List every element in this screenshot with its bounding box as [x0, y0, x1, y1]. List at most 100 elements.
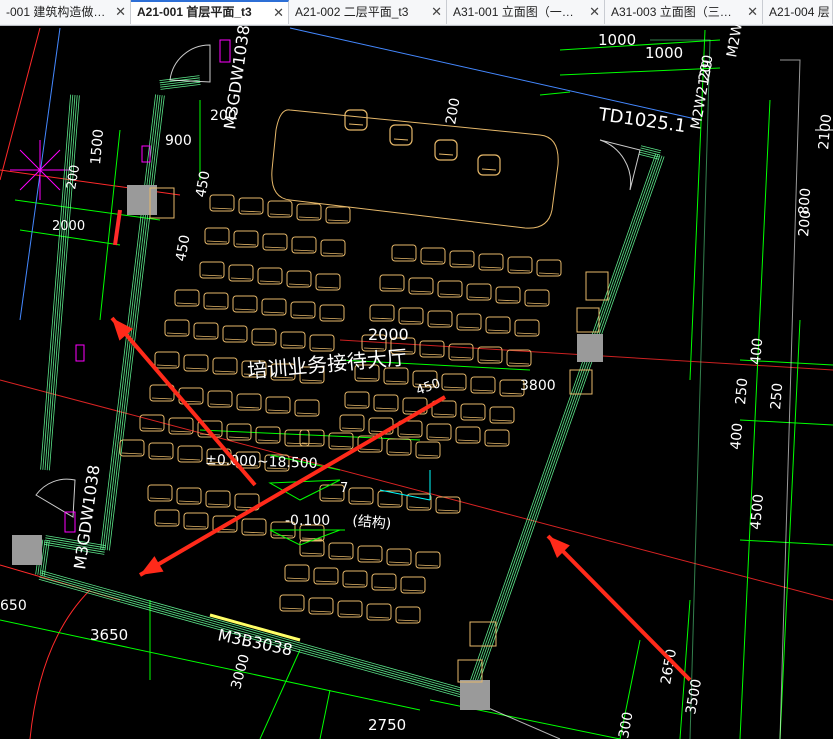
wall-line: [100, 94, 157, 550]
seat: [207, 503, 229, 506]
close-icon[interactable]: ✕: [589, 0, 600, 24]
close-icon[interactable]: ✕: [431, 0, 442, 24]
seat: [170, 430, 192, 433]
seat: [301, 552, 323, 555]
structure-note-label: (结构): [352, 513, 392, 532]
callout-arrow: [138, 395, 447, 577]
seat: [321, 317, 343, 320]
dimension-value: 650: [0, 598, 27, 614]
seat: [480, 266, 502, 269]
seat: [315, 580, 337, 583]
wall-line: [46, 95, 78, 471]
elevation-range-label: ±0.000~18.500: [205, 452, 318, 472]
tab-a21-004[interactable]: A21-004 层: [763, 0, 833, 24]
seat: [263, 311, 285, 314]
seat: [141, 427, 163, 430]
seat: [238, 406, 260, 409]
seat: [257, 439, 279, 442]
seat: [346, 404, 368, 407]
seat: [458, 326, 480, 329]
seat: [209, 403, 231, 406]
seat: [205, 305, 227, 308]
dimension-value: 450: [414, 376, 442, 399]
cad-drawing-canvas[interactable]: 培训业务接待大厅 ±0.000~18.500 -0.100 (结构) 7 M3G…: [0, 25, 833, 739]
tab-building-construction[interactable]: -001 建筑构造做… ✕: [0, 0, 131, 24]
wall-line: [160, 83, 201, 90]
dimension-value: 200: [443, 97, 463, 126]
dimension-value: 3650: [90, 626, 128, 644]
wall-line: [160, 81, 201, 88]
stage-chair: [389, 124, 413, 146]
wall-line: [473, 156, 665, 697]
dimension-value: 450: [173, 234, 193, 263]
close-icon[interactable]: ✕: [273, 2, 284, 23]
stage-chair: [348, 123, 364, 126]
seat: [234, 308, 256, 311]
seat: [341, 427, 363, 430]
seat: [491, 419, 513, 422]
seat: [179, 458, 201, 461]
dimension-value: 4500: [748, 493, 767, 530]
tab-label: A31-001 立面图（一…: [453, 5, 574, 19]
seat: [393, 257, 415, 260]
wall-line: [43, 540, 50, 576]
tab-elevation-3[interactable]: A31-003 立面图（三… ✕: [605, 0, 763, 24]
seat: [385, 380, 407, 383]
seat: [259, 280, 281, 283]
seat: [451, 263, 473, 266]
seat: [269, 213, 291, 216]
seat: [293, 249, 315, 252]
close-icon[interactable]: ✕: [115, 0, 126, 24]
elevation-low-label: -0.100: [285, 513, 330, 529]
seat: [421, 353, 443, 356]
dimension-value: 200: [64, 164, 83, 191]
seat: [211, 207, 233, 210]
seat: [417, 564, 439, 567]
seat: [286, 577, 308, 580]
tab-label: A21-004 层: [769, 5, 830, 19]
seat: [267, 409, 289, 412]
dimension-value: 200: [210, 108, 237, 124]
tab-first-floor-plan[interactable]: A21-001 首层平面_t3 ✕: [131, 0, 289, 24]
tab-second-floor-plan[interactable]: A21-002 二层平面_t3 ✕: [289, 0, 447, 24]
document-tab-bar: -001 建筑构造做… ✕ A21-001 首层平面_t3 ✕ A21-002 …: [0, 0, 833, 26]
seat: [272, 534, 294, 537]
close-icon[interactable]: ✕: [747, 0, 758, 24]
seat: [375, 407, 397, 410]
seat: [433, 413, 455, 416]
stage-chair: [481, 168, 497, 171]
dimension-value: 250: [733, 377, 751, 405]
dimension-value: 900: [165, 133, 192, 149]
callout-arrow: [546, 534, 692, 682]
seat: [509, 269, 531, 272]
seat: [288, 283, 310, 286]
seat: [402, 589, 424, 592]
wall-line: [102, 94, 159, 550]
seat: [462, 416, 484, 419]
seat: [317, 286, 339, 289]
seat: [457, 439, 479, 442]
tab-elevation-1[interactable]: A31-001 立面图（一… ✕: [447, 0, 605, 24]
seat: [230, 277, 252, 280]
seat: [479, 359, 501, 362]
seat: [437, 509, 459, 512]
seat: [310, 610, 332, 613]
wall-line: [638, 153, 660, 160]
seat: [156, 522, 178, 525]
seat: [368, 616, 390, 619]
seat: [166, 332, 188, 335]
wall-line: [639, 151, 660, 158]
dimension-value: 1500: [88, 128, 107, 165]
seat: [178, 500, 200, 503]
seat: [150, 455, 172, 458]
seat: [538, 272, 560, 275]
wall-line: [640, 147, 661, 154]
dimension-value: 3000: [228, 652, 253, 691]
dimension-value: 450: [193, 170, 213, 199]
seat: [443, 386, 465, 389]
seat: [201, 274, 223, 277]
stage-chair: [477, 154, 501, 176]
dimension-value: 400: [748, 337, 766, 365]
seat: [350, 500, 372, 503]
dimension-value: 200: [796, 209, 814, 237]
